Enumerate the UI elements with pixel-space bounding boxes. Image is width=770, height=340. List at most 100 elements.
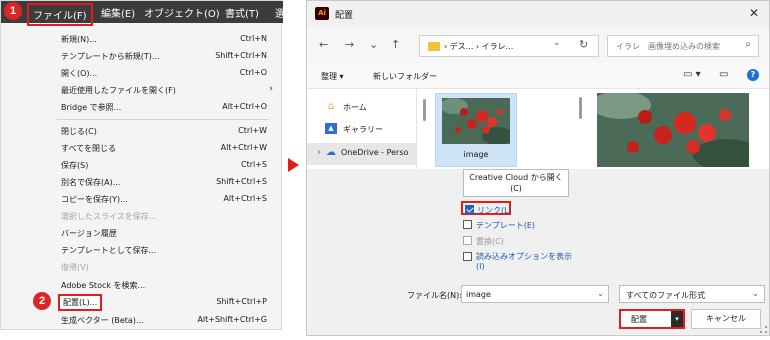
preview-image (597, 93, 749, 167)
menubar: ファイル(F) 編集(E) オブジェクト(O) 書式(T) 選 (1, 1, 285, 26)
menu-item-version-history[interactable]: バージョン履歴 (1, 225, 283, 242)
menu-item-revert: 復帰(V) (1, 259, 283, 276)
menu-select[interactable]: 選 (275, 5, 285, 20)
menu-item-shortcut: Shift+Ctrl+S (216, 177, 267, 186)
arrow-right-icon (288, 158, 299, 172)
menu-item-label: 配置(L)... (58, 294, 103, 311)
menu-item-label: テンプレートから新規(T)... (61, 52, 160, 61)
dialog-footer: ファイル名(N): image ⌄ すべてのファイル形式 ⌄ 配置 ▾ キャンセ… (307, 273, 769, 335)
address-bar[interactable]: › デス... › イラレ... (419, 35, 599, 57)
folder-icon (428, 42, 440, 51)
menu-item-open-recent[interactable]: 最近使用したファイルを開く(F) › (1, 82, 283, 99)
sidebar-item-gallery[interactable]: ▲ ギャラリー (315, 119, 415, 141)
menu-item-shortcut: Ctrl+W (238, 126, 267, 135)
menu-item-generative-vector[interactable]: 生成ベクター (Beta)... Alt+Shift+Ctrl+G (1, 312, 283, 329)
menu-file[interactable]: ファイル(F) (27, 3, 93, 26)
sidebar-item-label: ホーム (343, 103, 367, 112)
chevron-right-icon[interactable]: › (313, 147, 325, 158)
menu-item-label: 新規(N)... (61, 35, 97, 44)
help-icon[interactable]: ? (747, 69, 759, 81)
view-options-icon[interactable]: ▭ ▾ (683, 69, 701, 80)
file-type-select[interactable]: すべてのファイル形式 ⌄ (619, 285, 765, 303)
search-icon: ⌕ (745, 39, 751, 50)
menu-item-label: テンプレートとして保存... (61, 246, 157, 255)
menu-item-open[interactable]: 開く(O)... Ctrl+O (1, 65, 283, 82)
checkbox-checked-icon (465, 205, 474, 214)
option-label: 読み込みオプションを表示(I) (476, 252, 572, 271)
close-icon[interactable]: ✕ (749, 6, 759, 20)
menu-item-new-from-template[interactable]: テンプレートから新規(T)... Shift+Ctrl+N (1, 48, 283, 65)
file-item-image[interactable]: image (435, 93, 517, 167)
cancel-button[interactable]: キャンセル (691, 309, 761, 329)
menu-item-label: Bridge で参照... (61, 103, 122, 112)
menu-item-save-copy[interactable]: コピーを保存(Y)... Alt+Ctrl+S (1, 191, 283, 208)
dialog-titlebar: Ai 配置 ✕ (307, 1, 769, 27)
filename-field[interactable]: image ⌄ (461, 285, 609, 303)
place-button[interactable]: 配置 ▾ (619, 309, 685, 329)
chevron-down-icon[interactable]: ⌄ (553, 38, 561, 48)
menu-object[interactable]: オブジェクト(O) (144, 5, 220, 20)
up-arrow-icon[interactable]: ↑ (391, 38, 400, 51)
creative-cloud-open-button[interactable]: Creative Cloud から開く (C) (463, 169, 569, 197)
menu-item-save-as-template[interactable]: テンプレートとして保存... (1, 242, 283, 259)
link-checkbox[interactable]: リンク(L) (461, 201, 512, 215)
search-placeholder: イラレ 画像埋め込みの検索 (616, 42, 720, 51)
checkbox-icon (463, 236, 472, 245)
menu-item-shortcut: Ctrl+S (240, 160, 267, 169)
preview-pane-icon[interactable]: ▭ (719, 69, 728, 80)
dropdown-arrow-icon[interactable]: ▾ (671, 311, 683, 327)
file-name-label: image (463, 150, 489, 159)
show-import-options-checkbox[interactable]: 読み込みオプションを表示(I) (463, 251, 575, 273)
menu-item-close[interactable]: 閉じる(C) Ctrl+W (1, 123, 283, 140)
sidebar-item-home[interactable]: ⌂ ホーム (315, 97, 415, 119)
step-badge-1: 1 (4, 2, 22, 20)
menu-item-browse-bridge[interactable]: Bridge で参照... Alt+Ctrl+O (1, 99, 283, 116)
menu-type[interactable]: 書式(T) (225, 5, 259, 20)
menu-item-shortcut: Ctrl+O (239, 68, 267, 77)
dialog-title: 配置 (335, 11, 354, 21)
forward-arrow-icon[interactable]: → (345, 38, 354, 51)
dialog-toolbar: 整理 ▾ 新しいフォルダー ▭ ▾ ▭ ? (307, 63, 769, 89)
menu-item-shortcut: Shift+Ctrl+N (215, 51, 267, 60)
breadcrumb[interactable]: › デス... › イラレ... (444, 41, 513, 52)
option-label: 置換(C) (476, 237, 504, 246)
menu-item-close-all[interactable]: すべてを閉じる Alt+Ctrl+W (1, 140, 283, 157)
menu-divider (57, 119, 269, 120)
menu-item-shortcut: Shift+Ctrl+P (216, 297, 267, 306)
options-panel: Creative Cloud から開く (C) リンク(L) テンプレート(E)… (307, 169, 769, 273)
place-button-label: 配置 (631, 315, 647, 324)
recent-locations-icon[interactable]: ⌄ (369, 38, 378, 51)
place-dialog: Ai 配置 ✕ ← → ⌄ ↑ › デス... › イラレ... ⌄ ↻ イラレ… (306, 0, 770, 336)
filename-value: image (466, 290, 491, 299)
menu-item-label: すべてを閉じる (61, 144, 116, 153)
option-label: リンク(L) (477, 206, 512, 215)
refresh-icon[interactable]: ↻ (579, 38, 588, 51)
sidebar-item-onedrive[interactable]: › ☁ OneDrive - Perso (307, 143, 416, 165)
option-label: テンプレート(E) (476, 221, 536, 230)
checkbox-icon (463, 252, 472, 261)
back-arrow-icon[interactable]: ← (319, 38, 328, 51)
organize-button[interactable]: 整理 ▾ (321, 71, 344, 82)
menu-item-save-as[interactable]: 別名で保存(A)... Shift+Ctrl+S (1, 174, 283, 191)
menu-item-shortcut: Alt+Ctrl+W (220, 143, 267, 152)
navigation-bar: ← → ⌄ ↑ › デス... › イラレ... ⌄ ↻ イラレ 画像埋め込みの… (307, 27, 769, 63)
menu-item-label: 復帰(V) (61, 263, 89, 272)
menu-item-save-slices: 選択したスライスを保存... (1, 208, 283, 225)
menu-item-new[interactable]: 新規(N)... Ctrl+N (1, 31, 283, 48)
new-folder-button[interactable]: 新しいフォルダー (373, 71, 437, 82)
search-input[interactable]: イラレ 画像埋め込みの検索 ⌕ (607, 35, 759, 57)
menu-item-shortcut: Alt+Shift+Ctrl+G (197, 315, 267, 324)
scrollbar[interactable] (579, 97, 582, 119)
scrollbar[interactable] (423, 99, 426, 121)
resize-grip-icon[interactable] (760, 326, 767, 333)
file-type-value: すべてのファイル形式 (626, 291, 706, 300)
menu-item-label: 保存(S) (61, 161, 89, 170)
filename-label: ファイル名(N): (407, 291, 462, 300)
cloud-icon: ☁ (326, 147, 336, 158)
chevron-down-icon: ⌄ (752, 289, 759, 298)
chevron-down-icon[interactable]: ⌄ (597, 289, 604, 298)
illustrator-logo-icon: Ai (315, 7, 329, 20)
menu-item-save[interactable]: 保存(S) Ctrl+S (1, 157, 283, 174)
menu-item-label: バージョン履歴 (61, 229, 117, 238)
menu-edit[interactable]: 編集(E) (101, 5, 135, 20)
